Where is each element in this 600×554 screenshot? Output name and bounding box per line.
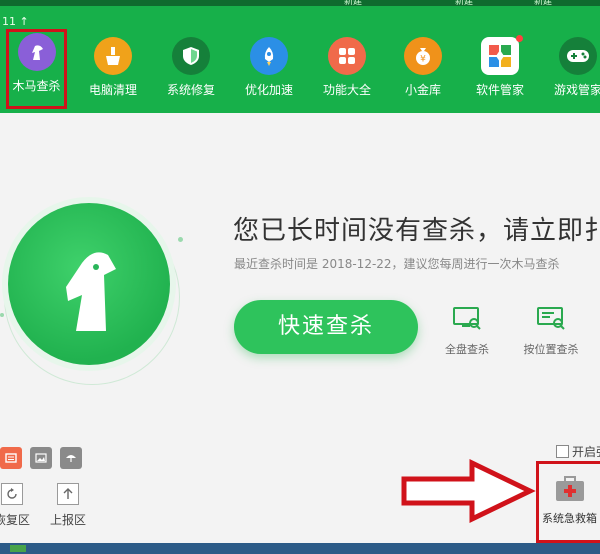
nav-system-repair[interactable]: 系统修复 xyxy=(154,33,228,103)
scan-status-ring xyxy=(8,203,170,365)
auto-start-label: 开启弘 xyxy=(572,445,600,459)
nav-features[interactable]: 功能大全 xyxy=(310,33,384,103)
full-scan-button[interactable]: 全盘查杀 xyxy=(432,305,502,357)
nav-label: 软件管家 xyxy=(475,83,524,97)
nav-label: 系统修复 xyxy=(166,83,215,97)
taskbar-app-icon[interactable] xyxy=(10,545,26,552)
main-panel: 您已长时间没有查杀，请立即扌 最近查杀时间是 2018-12-22，建议您每周进… xyxy=(0,113,600,543)
nav-speed-up[interactable]: 优化加速 xyxy=(232,33,306,103)
folder-scan-icon xyxy=(537,307,565,330)
arrow-annotation xyxy=(401,459,536,523)
nav-game-manager[interactable]: 游戏管家 xyxy=(541,33,600,103)
upload-icon xyxy=(57,483,79,505)
restore-area-button[interactable]: 恢复区 xyxy=(0,483,32,528)
restore-area-label: 恢复区 xyxy=(0,513,30,527)
nav-label: 小金库 xyxy=(404,83,441,97)
nav-vault[interactable]: ¥ 小金库 xyxy=(386,33,460,103)
nav-label: 游戏管家 xyxy=(553,83,600,97)
broom-icon xyxy=(94,37,132,75)
apps-icon xyxy=(481,37,519,75)
decoration-dot xyxy=(178,237,183,242)
custom-scan-button[interactable]: 按位置查杀 xyxy=(516,305,586,357)
rocket-icon xyxy=(250,37,288,75)
last-scan-info: 最近查杀时间是 2018-12-22，建议您每周进行一次木马查杀 xyxy=(234,257,560,271)
nav-label: 电脑清理 xyxy=(88,83,137,97)
system-rescue-button[interactable]: 系统急救箱 xyxy=(536,461,600,543)
money-bag-icon: ¥ xyxy=(404,37,442,75)
monitor-scan-icon xyxy=(453,307,481,330)
shield-icon xyxy=(172,37,210,75)
horse-icon xyxy=(66,252,116,331)
main-nav: 木马查杀 电脑清理 系统修复 优化加速 功能大全 ¥ 小金库 软件管家 游戏管家 xyxy=(0,29,600,109)
report-area-label: 上报区 xyxy=(49,513,86,527)
nav-trojan-scan[interactable]: 木马查杀 xyxy=(6,29,67,109)
notification-dot xyxy=(516,35,523,42)
list-icon[interactable] xyxy=(0,447,22,469)
grid-icon xyxy=(328,37,366,75)
nav-label: 功能大全 xyxy=(322,83,371,97)
horse-icon xyxy=(17,33,56,71)
custom-scan-label: 按位置查杀 xyxy=(523,343,579,356)
umbrella-icon[interactable] xyxy=(60,447,82,469)
full-scan-label: 全盘查杀 xyxy=(445,343,489,356)
taskbar xyxy=(0,543,600,554)
svg-text:¥: ¥ xyxy=(420,55,426,65)
nav-software-manager[interactable]: 软件管家 xyxy=(463,33,537,103)
version-label: 11 ↑ xyxy=(2,15,29,28)
system-rescue-label: 系统急救箱 xyxy=(542,512,597,525)
image-icon[interactable] xyxy=(30,447,52,469)
nav-pc-clean[interactable]: 电脑清理 xyxy=(76,33,150,103)
quick-scan-button[interactable]: 快速查杀 xyxy=(234,300,418,354)
nav-label: 优化加速 xyxy=(244,83,293,97)
decoration-dot xyxy=(0,313,4,317)
auto-start-checkbox[interactable] xyxy=(556,445,569,458)
gamepad-icon xyxy=(559,37,597,75)
report-area-button[interactable]: 上报区 xyxy=(48,483,88,528)
status-headline: 您已长时间没有查杀，请立即扌 xyxy=(233,216,600,246)
auto-start-option[interactable]: 开启弘 xyxy=(556,443,600,460)
first-aid-kit-icon xyxy=(555,476,585,502)
app-header: 11 ↑ 木马查杀 电脑清理 系统修复 优化加速 功能大全 ¥ 小金库 软件管家… xyxy=(0,6,600,113)
restore-icon xyxy=(1,483,23,505)
nav-label: 木马查杀 xyxy=(12,79,61,93)
